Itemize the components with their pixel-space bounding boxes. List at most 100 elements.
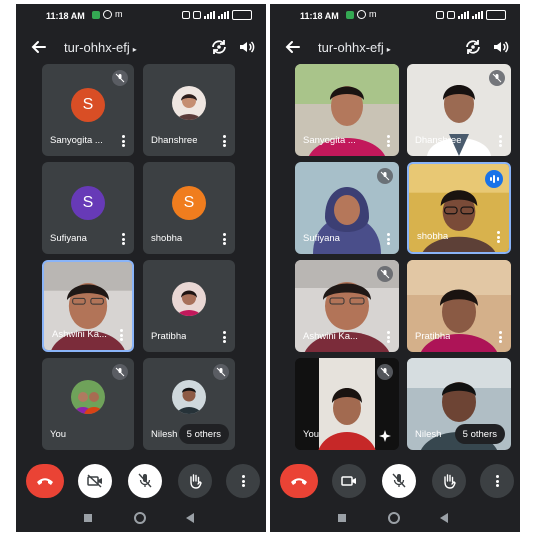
android-nav-bar [270, 504, 520, 532]
meeting-caret-icon: ▸ [132, 45, 137, 54]
participant-name: Sanyogita ... [303, 135, 356, 146]
others-chip[interactable]: 5 others [178, 424, 229, 444]
signal-icon-2 [218, 11, 229, 19]
mic-off-icon [112, 364, 128, 380]
participant-tile-self[interactable]: You [42, 358, 134, 450]
status-notifications: m [92, 10, 123, 19]
recents-icon[interactable] [84, 514, 92, 522]
mic-off-icon [392, 473, 406, 488]
phone-screen-left: 11:18 AM m tur-ohhx-efj ▸ S Sanyogita ..… [16, 4, 266, 532]
notification-letter: m [369, 9, 377, 19]
more-vert-icon[interactable] [119, 329, 123, 341]
participant-tile[interactable]: S Sanyogita ... [42, 64, 134, 156]
meeting-code-text: tur-ohhx-efj [64, 40, 130, 55]
participant-name: You [50, 429, 67, 440]
participant-tile-self[interactable]: You [295, 358, 399, 450]
participant-name: Pratibha [415, 331, 451, 342]
network-icon [447, 11, 455, 19]
participant-name: Sanyogita ... [50, 135, 103, 146]
participant-tile-active[interactable]: Ashwini Ka... [42, 260, 134, 352]
speaker-icon[interactable] [238, 38, 256, 56]
back-arrow-icon[interactable] [30, 38, 48, 56]
alarm-icon [182, 11, 190, 19]
more-vert-icon[interactable] [498, 135, 502, 147]
battery-icon [486, 10, 506, 20]
effects-sparkle-icon[interactable] [379, 430, 391, 442]
speaking-indicator-icon [485, 170, 503, 188]
meeting-code-text: tur-ohhx-efj [318, 40, 384, 55]
participant-tile[interactable]: Dhanshree [407, 64, 511, 156]
camera-toggle-button[interactable] [332, 464, 366, 498]
more-vert-icon[interactable] [222, 331, 226, 343]
mic-toggle-button[interactable] [128, 464, 162, 498]
participant-tile[interactable]: Sanyogita ... [295, 64, 399, 156]
participant-name: Ashwini Ka... [52, 329, 107, 340]
avatar [71, 379, 105, 414]
more-vert-icon[interactable] [222, 233, 226, 245]
others-chip[interactable]: 5 others [454, 424, 505, 444]
more-options-button[interactable] [226, 464, 260, 498]
participant-tile[interactable]: S Sufiyana [42, 162, 134, 254]
participant-tile[interactable]: S shobha [143, 162, 235, 254]
end-call-button[interactable] [280, 464, 318, 498]
status-time: 11:18 AM [300, 11, 339, 21]
back-arrow-icon[interactable] [284, 38, 302, 56]
camera-off-icon [87, 474, 102, 488]
avatar [172, 379, 206, 414]
participant-tile[interactable]: Pratibha [407, 260, 511, 352]
participant-name: Dhanshree [415, 135, 462, 146]
meeting-top-bar: tur-ohhx-efj ▸ [16, 30, 266, 64]
meet-notification-icon [92, 10, 100, 19]
status-notifications: m [346, 10, 377, 19]
home-icon[interactable] [388, 512, 400, 524]
end-call-icon [291, 478, 307, 485]
more-vert-icon[interactable] [386, 331, 390, 343]
back-icon[interactable] [440, 513, 448, 523]
status-bar: 11:18 AM m [270, 4, 520, 28]
notification-letter: m [115, 9, 123, 19]
meeting-code[interactable]: tur-ohhx-efj ▸ [318, 40, 391, 55]
raise-hand-button[interactable] [432, 464, 466, 498]
flip-camera-icon[interactable] [210, 38, 228, 56]
signal-icon [204, 11, 215, 19]
more-vert-icon[interactable] [386, 233, 390, 245]
participant-name: Ashwini Ka... [303, 331, 358, 342]
more-vert-icon[interactable] [496, 231, 500, 243]
status-icons [182, 10, 252, 20]
more-vert-icon[interactable] [498, 331, 502, 343]
status-icons [436, 10, 506, 20]
end-call-button[interactable] [26, 464, 64, 498]
avatar [172, 281, 206, 316]
raise-hand-icon [444, 474, 456, 489]
camera-toggle-button[interactable] [78, 464, 112, 498]
participant-tile[interactable]: Dhanshree [143, 64, 235, 156]
mic-toggle-button[interactable] [382, 464, 416, 498]
participant-tile[interactable]: Sufiyana [295, 162, 399, 254]
network-icon [193, 11, 201, 19]
mic-off-icon [112, 70, 128, 86]
participant-tile[interactable]: Pratibha [143, 260, 235, 352]
more-vert-icon[interactable] [386, 135, 390, 147]
more-vert-icon[interactable] [121, 233, 125, 245]
participant-tile[interactable]: Nilesh 5 others [407, 358, 511, 450]
recents-icon[interactable] [338, 514, 346, 522]
signal-icon-2 [472, 11, 483, 19]
participant-name: Sufiyana [303, 233, 340, 244]
mic-off-icon [377, 364, 393, 380]
participant-name: Dhanshree [151, 135, 198, 146]
more-vert-icon[interactable] [121, 135, 125, 147]
participant-tile[interactable]: Ashwini Ka... [295, 260, 399, 352]
back-icon[interactable] [186, 513, 194, 523]
notification-circle-icon [103, 10, 112, 19]
flip-camera-icon[interactable] [464, 38, 482, 56]
meeting-code[interactable]: tur-ohhx-efj ▸ [64, 40, 137, 55]
more-vert-icon[interactable] [222, 135, 226, 147]
status-time: 11:18 AM [46, 11, 85, 21]
participant-tile-speaking[interactable]: shobha [407, 162, 511, 254]
participant-name: Nilesh [151, 429, 178, 440]
speaker-icon[interactable] [492, 38, 510, 56]
raise-hand-button[interactable] [178, 464, 212, 498]
more-options-button[interactable] [480, 464, 514, 498]
home-icon[interactable] [134, 512, 146, 524]
participant-tile[interactable]: Nilesh 5 others [143, 358, 235, 450]
